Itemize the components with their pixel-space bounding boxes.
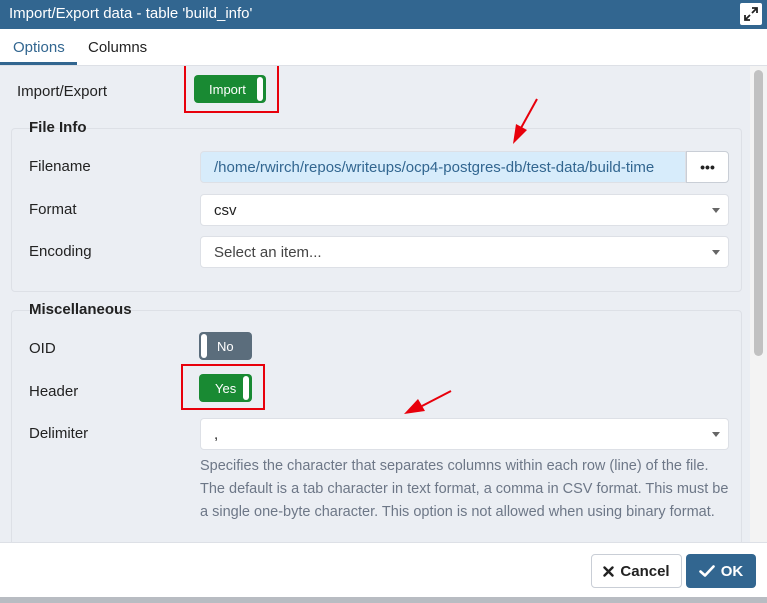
expand-icon — [744, 7, 758, 21]
oid-label: OID — [29, 340, 56, 357]
annotation-box-header — [181, 364, 265, 410]
chevron-down-icon — [712, 250, 720, 255]
tab-bar: Options Columns — [0, 29, 767, 66]
import-export-label: Import/Export — [17, 83, 108, 100]
active-tab-indicator — [0, 62, 77, 65]
annotation-box-import — [184, 66, 279, 113]
filename-input[interactable]: /home/rwirch/repos/writeups/ocp4-postgre… — [200, 151, 686, 183]
file-info-legend: File Info — [29, 119, 87, 136]
format-select[interactable]: csv — [200, 194, 729, 226]
dialog-title: Import/Export data - table 'build_info' — [9, 5, 253, 22]
toggle-knob — [201, 334, 207, 358]
dialog-footer: Cancel OK — [0, 542, 767, 598]
dialog-title-bar: Import/Export data - table 'build_info' — [0, 0, 767, 29]
close-icon — [603, 565, 615, 577]
window-bottom-edge — [0, 597, 767, 603]
delimiter-help-text: Specifies the character that separates c… — [200, 458, 729, 520]
options-panel: Import/Export Import File Info Filename … — [0, 66, 750, 542]
checkmark-icon — [698, 565, 715, 577]
oid-toggle[interactable]: No — [199, 332, 252, 360]
ok-button-label: OK — [720, 562, 744, 580]
cancel-button-label: Cancel — [620, 562, 670, 580]
format-value: csv — [214, 201, 237, 219]
delimiter-select[interactable]: , — [200, 418, 729, 450]
maximize-button[interactable] — [740, 3, 762, 25]
filename-value: /home/rwirch/repos/writeups/ocp4-postgre… — [214, 158, 655, 176]
tab-options[interactable]: Options — [13, 39, 65, 56]
chevron-down-icon — [712, 208, 720, 213]
encoding-placeholder: Select an item... — [214, 243, 322, 261]
delimiter-value: , — [214, 425, 219, 443]
miscellaneous-legend: Miscellaneous — [29, 301, 132, 318]
encoding-select[interactable]: Select an item... — [200, 236, 729, 268]
scrollbar-thumb[interactable] — [754, 70, 763, 356]
cancel-button[interactable]: Cancel — [591, 554, 682, 588]
encoding-label: Encoding — [29, 243, 92, 260]
filename-label: Filename — [29, 158, 91, 175]
header-label: Header — [29, 383, 79, 400]
browse-file-button[interactable]: ••• — [686, 151, 729, 183]
delimiter-label: Delimiter — [29, 425, 89, 442]
chevron-down-icon — [712, 432, 720, 437]
format-label: Format — [29, 201, 77, 218]
oid-toggle-text: No — [217, 338, 234, 354]
tab-columns[interactable]: Columns — [88, 39, 147, 56]
ok-button[interactable]: OK — [686, 554, 756, 588]
ellipsis-icon: ••• — [700, 159, 715, 175]
